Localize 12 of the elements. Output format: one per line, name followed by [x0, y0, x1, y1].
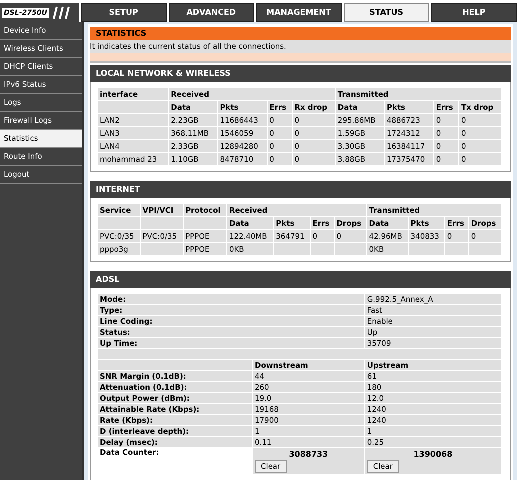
section-header: STATISTICS	[90, 27, 511, 40]
counter-value: 3088733	[289, 450, 328, 459]
nav-tab[interactable]: MANAGEMENT	[256, 3, 342, 22]
nav-tab[interactable]: ADVANCED	[168, 3, 254, 22]
nav-tab[interactable]: STATUS	[344, 3, 430, 22]
section-header: LOCAL NETWORK & WIRELESS	[90, 65, 511, 82]
nav-tab[interactable]: SETUP	[81, 3, 167, 22]
stripes-icon	[52, 6, 72, 20]
section-header: INTERNET	[90, 181, 511, 198]
section-header: ADSL	[90, 271, 511, 288]
nav-tab[interactable]: HELP	[431, 3, 517, 22]
counter-value: 1390068	[414, 450, 453, 459]
